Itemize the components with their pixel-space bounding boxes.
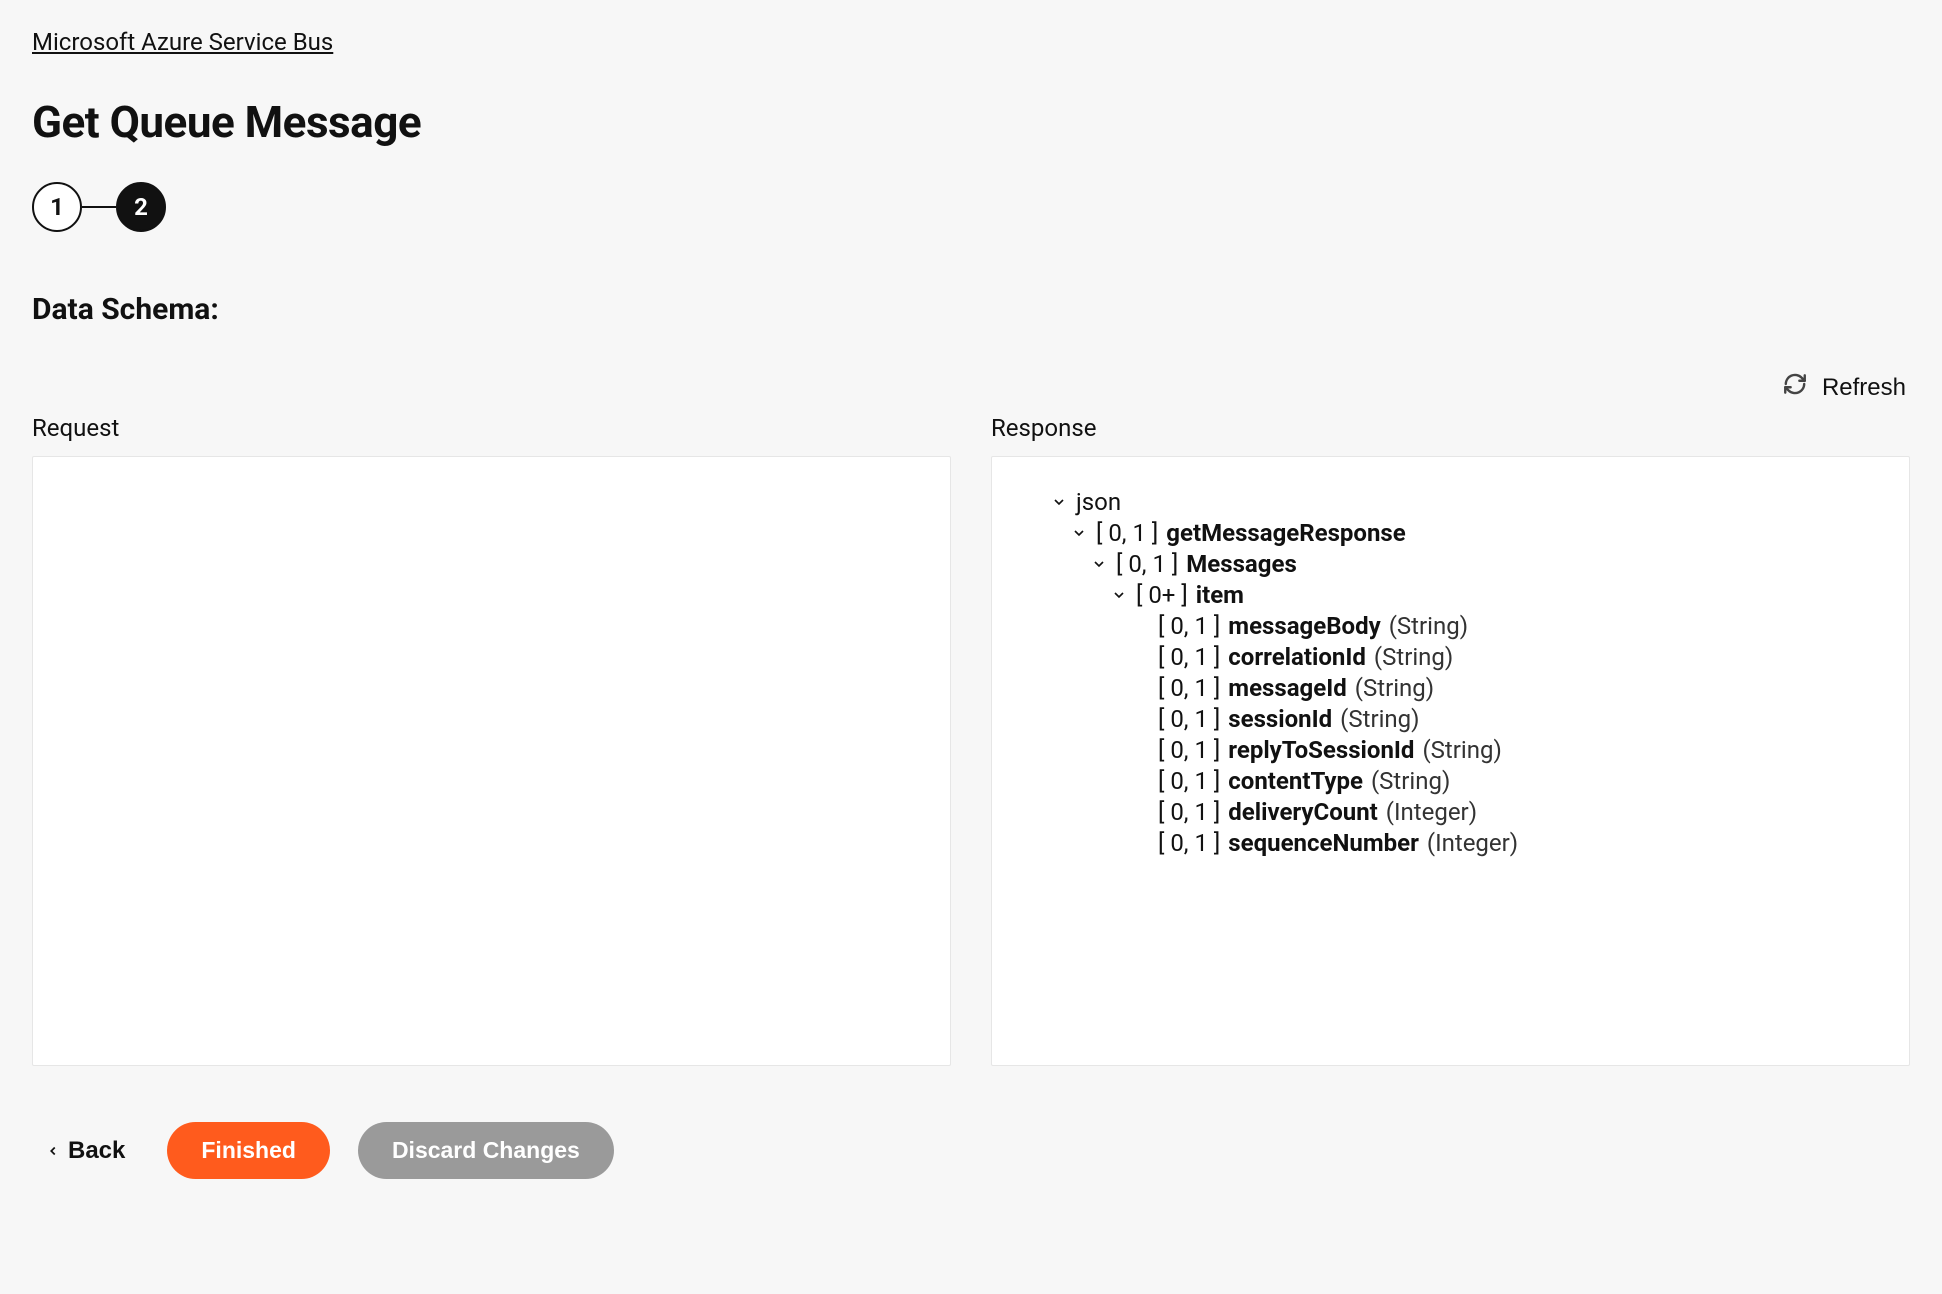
tree-leaf-name: messageId	[1228, 674, 1346, 702]
response-label: Response	[991, 414, 1910, 442]
step-connector	[82, 206, 116, 208]
tree-leaf-type: (String)	[1374, 643, 1453, 671]
tree-leaf-cardinality: [ 0, 1 ]	[1158, 643, 1220, 671]
tree-leaf-type: (String)	[1340, 705, 1419, 733]
refresh-button[interactable]: Refresh	[1782, 371, 1906, 404]
tree-leaf-name: sequenceNumber	[1228, 829, 1419, 857]
tree-node-name: json	[1076, 488, 1121, 516]
tree-leaf-type: (Integer)	[1386, 798, 1477, 826]
tree-leaf-type: (String)	[1389, 612, 1468, 640]
tree-node-name: Messages	[1186, 550, 1296, 578]
tree-leaf-cardinality: [ 0, 1 ]	[1158, 798, 1220, 826]
tree-leaf[interactable]: [ 0, 1 ] correlationId (String)	[1012, 643, 1889, 671]
tree-leaf[interactable]: [ 0, 1 ] contentType (String)	[1012, 767, 1889, 795]
tree-leaf-cardinality: [ 0, 1 ]	[1158, 829, 1220, 857]
tree-leaf-name: deliveryCount	[1228, 798, 1377, 826]
step-2[interactable]: 2	[116, 182, 166, 232]
response-panel: json [ 0, 1 ] getMessageResponse	[991, 456, 1910, 1066]
tree-leaf[interactable]: [ 0, 1 ] sequenceNumber (Integer)	[1012, 829, 1889, 857]
tree-leaf-cardinality: [ 0, 1 ]	[1158, 767, 1220, 795]
finished-button[interactable]: Finished	[167, 1122, 330, 1179]
tree-leaf-name: contentType	[1228, 767, 1363, 795]
chevron-left-icon	[46, 1137, 60, 1165]
chevron-down-icon[interactable]	[1070, 525, 1088, 541]
step-1[interactable]: 1	[32, 182, 82, 232]
tree-leaf[interactable]: [ 0, 1 ] messageId (String)	[1012, 674, 1889, 702]
tree-node-cardinality: [ 0, 1 ]	[1116, 550, 1178, 578]
tree-node-item[interactable]: [ 0+ ] item	[1012, 581, 1889, 609]
tree-leaf-name: correlationId	[1228, 643, 1366, 671]
tree-leaf-cardinality: [ 0, 1 ]	[1158, 612, 1220, 640]
tree-leaf[interactable]: [ 0, 1 ] deliveryCount (Integer)	[1012, 798, 1889, 826]
page-title: Get Queue Message	[32, 96, 1910, 148]
chevron-down-icon[interactable]	[1090, 556, 1108, 572]
tree-leaf-type: (Integer)	[1427, 829, 1518, 857]
tree-leaf-cardinality: [ 0, 1 ]	[1158, 736, 1220, 764]
refresh-label: Refresh	[1822, 374, 1906, 402]
tree-leaf-name: replyToSessionId	[1228, 736, 1414, 764]
back-label: Back	[68, 1137, 125, 1165]
stepper: 1 2	[32, 182, 1910, 232]
tree-node-name: item	[1196, 581, 1244, 609]
tree-leaf-cardinality: [ 0, 1 ]	[1158, 705, 1220, 733]
tree-leaf[interactable]: [ 0, 1 ] replyToSessionId (String)	[1012, 736, 1889, 764]
tree-leaf-type: (String)	[1422, 736, 1501, 764]
tree-leaf-cardinality: [ 0, 1 ]	[1158, 674, 1220, 702]
request-panel	[32, 456, 951, 1066]
tree-node-name: getMessageResponse	[1166, 519, 1405, 547]
chevron-down-icon[interactable]	[1110, 587, 1128, 603]
tree-node-json[interactable]: json	[1012, 488, 1889, 516]
tree-node-cardinality: [ 0+ ]	[1136, 581, 1188, 609]
tree-node-cardinality: [ 0, 1 ]	[1096, 519, 1158, 547]
section-title: Data Schema:	[32, 292, 1910, 327]
tree-node-getmessageresponse[interactable]: [ 0, 1 ] getMessageResponse	[1012, 519, 1889, 547]
tree-leaf-name: messageBody	[1228, 612, 1380, 640]
footer-actions: Back Finished Discard Changes	[32, 1122, 1910, 1179]
discard-button[interactable]: Discard Changes	[358, 1122, 614, 1179]
tree-node-messages[interactable]: [ 0, 1 ] Messages	[1012, 550, 1889, 578]
back-button[interactable]: Back	[32, 1137, 139, 1165]
refresh-icon	[1782, 371, 1808, 404]
tree-leaf[interactable]: [ 0, 1 ] sessionId (String)	[1012, 705, 1889, 733]
chevron-down-icon[interactable]	[1050, 494, 1068, 510]
tree-leaf[interactable]: [ 0, 1 ] messageBody (String)	[1012, 612, 1889, 640]
tree-leaf-type: (String)	[1355, 674, 1434, 702]
request-label: Request	[32, 414, 951, 442]
breadcrumb-link[interactable]: Microsoft Azure Service Bus	[32, 28, 333, 56]
tree-leaf-type: (String)	[1371, 767, 1450, 795]
tree-leaf-name: sessionId	[1228, 705, 1332, 733]
